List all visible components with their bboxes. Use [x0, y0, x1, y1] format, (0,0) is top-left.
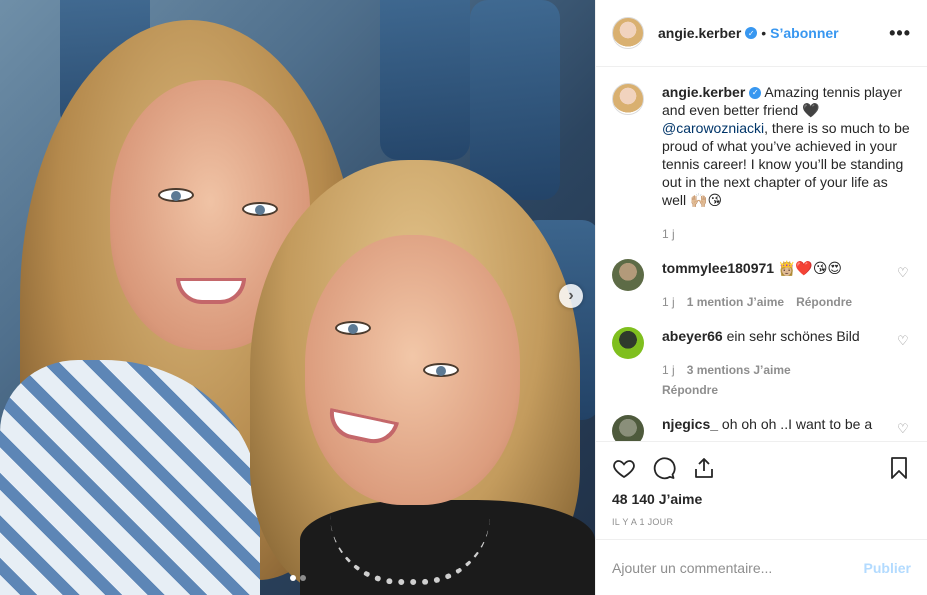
carousel-dot-active [289, 575, 296, 581]
add-comment-bar: Publier [596, 539, 927, 595]
post-timestamp[interactable]: IL Y A 1 JOUR [596, 517, 927, 527]
post-header: angie.kerber ✓ • S’abonner ••• [596, 0, 927, 67]
like-heart-icon[interactable] [612, 456, 636, 483]
comment-text: ein sehr schönes Bild [726, 328, 860, 344]
commenter-avatar[interactable] [612, 259, 644, 291]
bus-seat [470, 0, 560, 200]
bookmark-icon[interactable] [887, 456, 911, 483]
comment-age[interactable]: 1 j [662, 361, 675, 379]
comment-row: abeyer66 ein sehr schönes Bild 1 j 3 men… [612, 327, 911, 399]
comment-username[interactable]: abeyer66 [662, 328, 723, 344]
comment-text: oh oh oh ..I want to be a [721, 416, 873, 432]
carousel-indicator [0, 575, 595, 581]
verified-badge-icon: ✓ [749, 87, 762, 100]
comment-body: njegics_ oh oh oh ..I want to be a [662, 415, 889, 441]
commenter-avatar[interactable] [612, 415, 644, 441]
comment-age[interactable]: 1 j [662, 293, 675, 311]
comment-meta: 1 j 1 mention J’aime Répondre [662, 293, 889, 311]
eye [423, 363, 459, 377]
caption-meta: 1 j [662, 225, 911, 243]
comments-list[interactable]: angie.kerber ✓ Amazing tennis player and … [596, 67, 927, 441]
reply-button[interactable]: Répondre [796, 293, 852, 311]
carousel-dot [299, 575, 306, 581]
like-comment-heart-icon[interactable]: ♡ [897, 421, 911, 441]
carousel-next-button[interactable]: › [559, 284, 583, 308]
verified-badge-icon: ✓ [745, 27, 758, 39]
likes-count[interactable]: 48 140 J’aime [596, 491, 927, 507]
post-view: › angie.kerber ✓ • S’abonner ••• angie.k… [0, 0, 927, 595]
like-comment-heart-icon[interactable]: ♡ [897, 333, 911, 399]
post-photo[interactable]: › [0, 0, 595, 595]
author-username[interactable]: angie.kerber [658, 25, 741, 41]
publish-button[interactable]: Publier [864, 560, 911, 576]
comment-text: 👸🏼❤️😘😍 [777, 260, 843, 276]
commenter-avatar[interactable] [612, 327, 644, 359]
eye [335, 321, 371, 335]
like-comment-heart-icon[interactable]: ♡ [897, 265, 911, 311]
author-avatar[interactable] [612, 17, 644, 49]
more-options-icon[interactable]: ••• [889, 23, 911, 44]
caption-body: angie.kerber ✓ Amazing tennis player and … [662, 83, 911, 243]
reply-button[interactable]: Répondre [662, 381, 718, 399]
comment-body: tommylee180971 👸🏼❤️😘😍 1 j 1 mention J’ai… [662, 259, 889, 311]
caption-mention-link[interactable]: @carowozniacki [662, 120, 764, 136]
bus-seat [380, 0, 470, 160]
person-face [305, 235, 520, 505]
post-actions [596, 441, 927, 497]
smile [325, 408, 399, 448]
follow-button[interactable]: S’abonner [770, 25, 838, 41]
add-comment-input[interactable] [612, 559, 864, 576]
caption-age[interactable]: 1 j [662, 225, 675, 243]
comment-username[interactable]: njegics_ [662, 416, 718, 432]
comment-bubble-icon[interactable] [652, 456, 676, 483]
comment-meta: 1 j 3 mentions J’aime Répondre [662, 361, 812, 399]
share-icon[interactable] [692, 456, 716, 483]
eye [242, 202, 278, 216]
comment-username[interactable]: tommylee180971 [662, 260, 774, 276]
comment-likes[interactable]: 1 mention J’aime [687, 293, 784, 311]
author-avatar[interactable] [612, 83, 644, 115]
caption-username[interactable]: angie.kerber [662, 84, 745, 100]
eye [158, 188, 194, 202]
comment-row: tommylee180971 👸🏼❤️😘😍 1 j 1 mention J’ai… [612, 259, 911, 311]
comment-row: njegics_ oh oh oh ..I want to be a ♡ [612, 415, 911, 441]
smile [176, 278, 246, 304]
post-side-panel: angie.kerber ✓ • S’abonner ••• angie.ker… [595, 0, 927, 595]
comment-likes[interactable]: 3 mentions J’aime [687, 361, 791, 379]
caption: angie.kerber ✓ Amazing tennis player and … [612, 83, 911, 243]
header-separator: • [761, 25, 767, 41]
comment-body: abeyer66 ein sehr schönes Bild 1 j 3 men… [662, 327, 889, 399]
